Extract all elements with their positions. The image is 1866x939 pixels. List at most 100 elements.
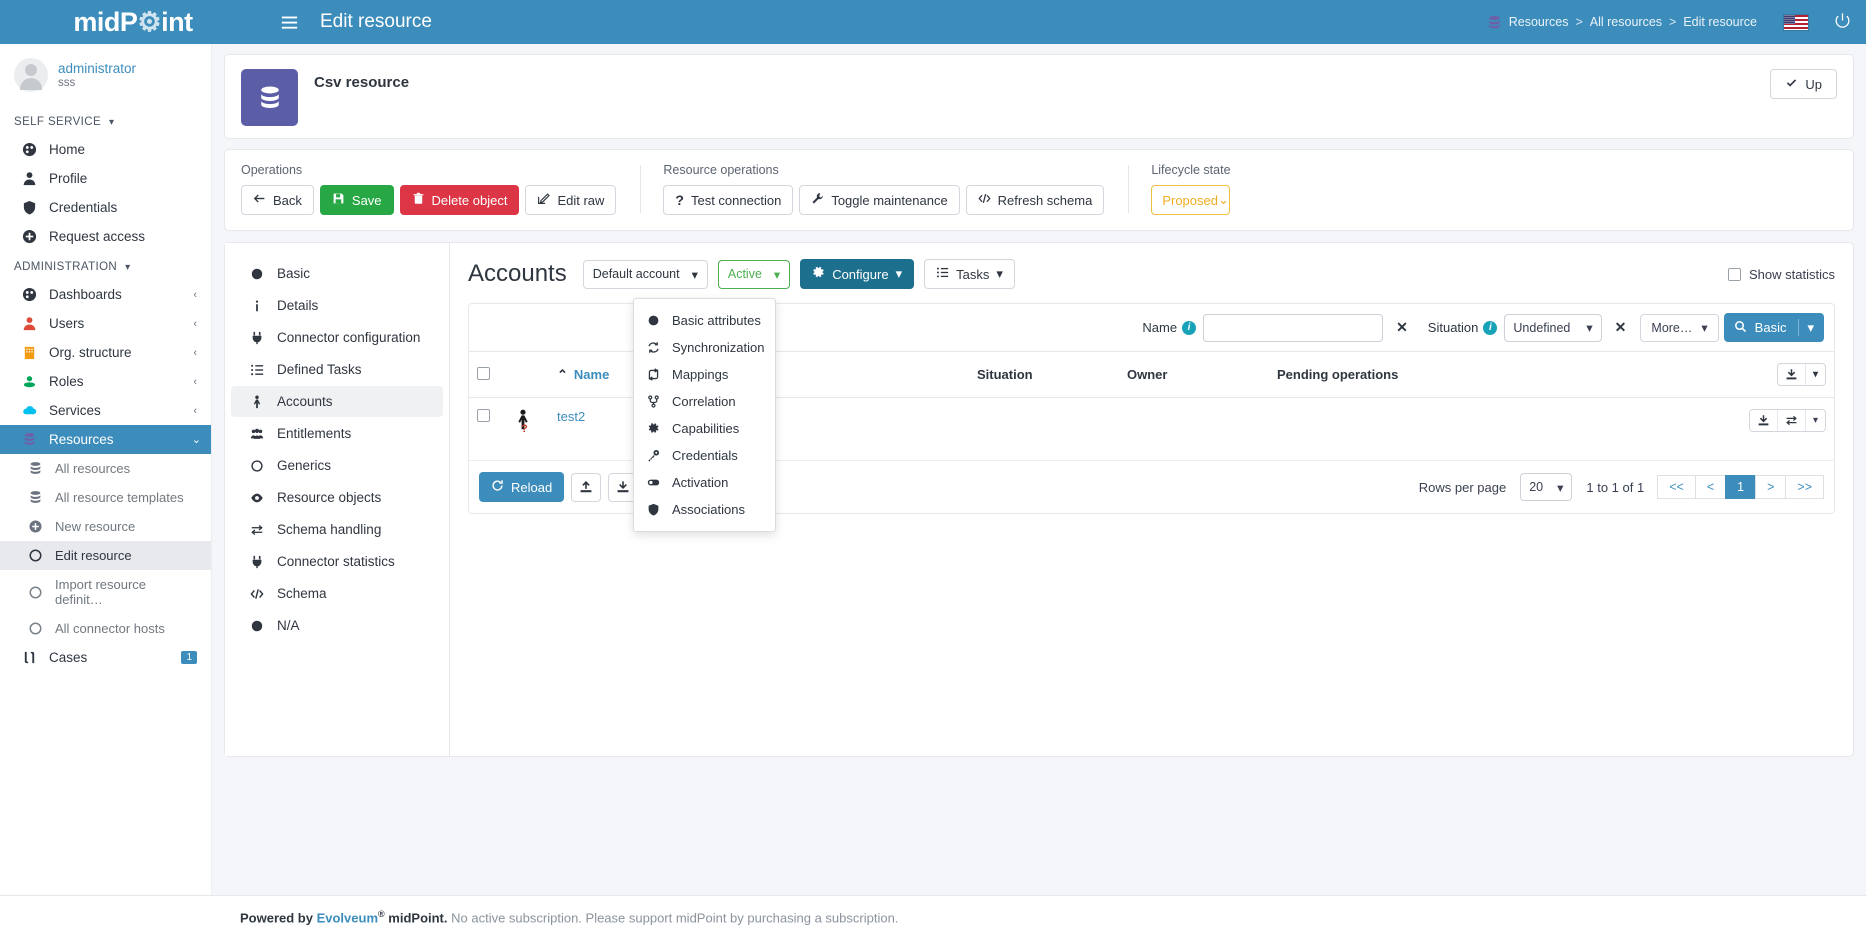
tab-basic[interactable]: Basic bbox=[231, 258, 443, 289]
sidebar-item-all-resources[interactable]: All resources bbox=[4, 454, 207, 483]
delete-object-button[interactable]: Delete object bbox=[400, 185, 520, 215]
more-filters-button[interactable]: More… ▾ bbox=[1640, 314, 1718, 342]
user-panel[interactable]: administrator sss bbox=[0, 44, 211, 106]
sidebar-section-administration[interactable]: ADMINISTRATION ▾ bbox=[0, 251, 211, 280]
caret-down-icon: ▾ bbox=[1807, 320, 1814, 336]
next-page-button[interactable]: > bbox=[1755, 475, 1786, 499]
menu-item-credentials[interactable]: Credentials bbox=[634, 442, 775, 469]
lifecycle-state-select[interactable]: Proposed ⌄ bbox=[1151, 185, 1230, 215]
tab-generics[interactable]: Generics bbox=[231, 450, 443, 481]
rows-per-page-select[interactable]: 20 ▾ bbox=[1520, 473, 1572, 501]
menu-item-synchronization[interactable]: Synchronization bbox=[634, 334, 775, 361]
menu-item-basic-attributes[interactable]: Basic attributes bbox=[634, 307, 775, 334]
breadcrumb-item-all-resources[interactable]: All resources bbox=[1590, 15, 1662, 29]
tab-connector-configuration[interactable]: Connector configuration bbox=[231, 322, 443, 353]
select-all-checkbox[interactable] bbox=[477, 367, 490, 380]
lifecycle-filter-select[interactable]: Active ▾ bbox=[718, 260, 790, 289]
sidebar-item-all-connector-hosts[interactable]: All connector hosts bbox=[4, 614, 207, 643]
last-page-button[interactable]: >> bbox=[1785, 475, 1824, 499]
download-icon[interactable] bbox=[1750, 410, 1778, 431]
brand-logo[interactable]: midP⚙int bbox=[0, 0, 266, 44]
mappings-icon bbox=[646, 368, 661, 381]
situation-select[interactable]: Undefined ▾ bbox=[1504, 314, 1601, 342]
download-icon[interactable] bbox=[1778, 364, 1806, 385]
lifecycle-value: Proposed bbox=[1162, 193, 1218, 208]
edit-raw-button[interactable]: Edit raw bbox=[525, 185, 616, 215]
power-icon[interactable] bbox=[1833, 11, 1852, 33]
sidebar-item-cases[interactable]: Cases 1 bbox=[4, 643, 207, 672]
sidebar-item-credentials[interactable]: Credentials bbox=[4, 193, 207, 222]
breadcrumb-item-edit-resource[interactable]: Edit resource bbox=[1683, 15, 1757, 29]
menu-item-mappings[interactable]: Mappings bbox=[634, 361, 775, 388]
sidebar-item-label: Home bbox=[49, 142, 85, 157]
test-connection-button[interactable]: ? Test connection bbox=[663, 185, 793, 215]
hamburger-icon[interactable] bbox=[266, 14, 312, 31]
menu-item-associations[interactable]: Associations bbox=[634, 496, 775, 523]
sidebar-item-edit-resource[interactable]: Edit resource bbox=[0, 541, 211, 570]
back-button[interactable]: Back bbox=[241, 185, 314, 215]
brand-text: midP⚙int bbox=[73, 7, 192, 38]
configure-button[interactable]: Configure ▾ bbox=[800, 259, 914, 289]
tasks-button[interactable]: Tasks ▾ bbox=[924, 259, 1015, 289]
sidebar-item-request-access[interactable]: Request access bbox=[4, 222, 207, 251]
info-icon[interactable]: i bbox=[1483, 321, 1497, 335]
save-label: Save bbox=[352, 193, 382, 208]
tab-schema[interactable]: Schema bbox=[231, 578, 443, 609]
save-button[interactable]: Save bbox=[320, 185, 394, 215]
menu-item-activation[interactable]: Activation bbox=[634, 469, 775, 496]
toggle-maintenance-button[interactable]: Toggle maintenance bbox=[799, 185, 959, 215]
sidebar-item-all-resource-templates[interactable]: All resource templates bbox=[4, 483, 207, 512]
page-button-1[interactable]: 1 bbox=[1725, 475, 1756, 499]
tab-schema-handling[interactable]: Schema handling bbox=[231, 514, 443, 545]
object-class-select[interactable]: Default account ▾ bbox=[583, 260, 708, 289]
sidebar-item-home[interactable]: Home bbox=[4, 135, 207, 164]
row-situation-cell bbox=[969, 398, 1119, 461]
caret-down-icon[interactable]: ▾ bbox=[1806, 410, 1825, 431]
tab-na[interactable]: N/A bbox=[231, 610, 443, 641]
person-icon bbox=[249, 395, 265, 409]
name-search-input[interactable] bbox=[1203, 314, 1383, 342]
sidebar-item-resources[interactable]: Resources ⌄ bbox=[0, 425, 211, 454]
info-icon[interactable]: i bbox=[1182, 321, 1196, 335]
menu-item-capabilities[interactable]: Capabilities bbox=[634, 415, 775, 442]
sidebar-section-self-service[interactable]: SELF SERVICE ▾ bbox=[0, 106, 211, 135]
situation-column-header: Situation bbox=[969, 352, 1119, 398]
tab-resource-objects[interactable]: Resource objects bbox=[231, 482, 443, 513]
caret-down-icon[interactable]: ▾ bbox=[1806, 364, 1825, 385]
sidebar-item-users[interactable]: Users ‹ bbox=[4, 309, 207, 338]
chevron-down-icon: ▾ bbox=[692, 267, 698, 282]
tab-accounts[interactable]: Accounts bbox=[231, 386, 443, 417]
prev-page-button[interactable]: < bbox=[1695, 475, 1726, 499]
clear-name-filter-icon[interactable]: ✕ bbox=[1390, 319, 1414, 336]
clear-situation-filter-icon[interactable]: ✕ bbox=[1609, 319, 1633, 336]
pagination-range: 1 to 1 of 1 bbox=[1586, 480, 1644, 495]
row-action-button-group[interactable]: ▾ bbox=[1749, 409, 1826, 432]
tab-details[interactable]: Details bbox=[231, 290, 443, 321]
edit-icon bbox=[537, 192, 550, 208]
first-page-button[interactable]: << bbox=[1657, 475, 1696, 499]
import-icon[interactable] bbox=[571, 473, 601, 502]
basic-search-button[interactable]: Basic ▾ bbox=[1724, 313, 1824, 342]
account-name-link[interactable]: test2 bbox=[557, 409, 585, 424]
chevron-down-icon: ▾ bbox=[1586, 320, 1592, 335]
sidebar-item-dashboards[interactable]: Dashboards ‹ bbox=[4, 280, 207, 309]
refresh-schema-button[interactable]: Refresh schema bbox=[966, 185, 1105, 215]
sidebar-item-roles[interactable]: Roles ‹ bbox=[4, 367, 207, 396]
tab-connector-statistics[interactable]: Connector statistics bbox=[231, 546, 443, 577]
up-button[interactable]: Up bbox=[1770, 69, 1837, 99]
sidebar-item-new-resource[interactable]: New resource bbox=[4, 512, 207, 541]
us-flag-icon[interactable] bbox=[1783, 14, 1809, 31]
breadcrumb-item-resources[interactable]: Resources bbox=[1509, 15, 1569, 29]
show-statistics-checkbox[interactable]: Show statistics bbox=[1728, 267, 1835, 282]
tab-defined-tasks[interactable]: Defined Tasks bbox=[231, 354, 443, 385]
exchange-icon[interactable] bbox=[1778, 410, 1806, 431]
sidebar-item-org-structure[interactable]: Org. structure ‹ bbox=[4, 338, 207, 367]
export-button-group[interactable]: ▾ bbox=[1777, 363, 1826, 386]
sidebar-item-services[interactable]: Services ‹ bbox=[4, 396, 207, 425]
menu-item-correlation[interactable]: Correlation bbox=[634, 388, 775, 415]
sidebar-item-import-resource-definition[interactable]: Import resource definit… bbox=[4, 570, 207, 614]
reload-button[interactable]: Reload bbox=[479, 472, 564, 502]
tab-entitlements[interactable]: Entitlements bbox=[231, 418, 443, 449]
row-checkbox[interactable] bbox=[477, 409, 490, 422]
sidebar-item-profile[interactable]: Profile bbox=[4, 164, 207, 193]
